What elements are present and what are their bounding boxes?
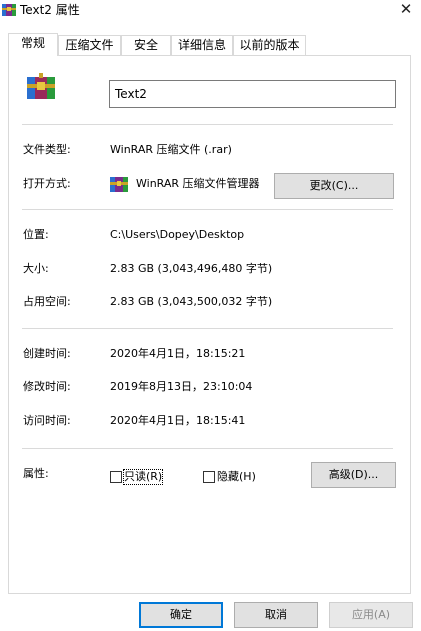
open-with-label: 打开方式: — [23, 177, 71, 190]
disk-size-label: 占用空间: — [23, 295, 71, 308]
cancel-button[interactable]: 取消 — [234, 602, 318, 628]
modified-value: 2019年8月13日，23:10:04 — [110, 380, 253, 393]
created-value: 2020年4月1日，18:15:21 — [110, 347, 246, 360]
file-type-value: WinRAR 压缩文件 (.rar) — [110, 143, 232, 156]
ok-button[interactable]: 确定 — [139, 602, 223, 628]
file-name-input[interactable]: Text2 — [109, 80, 396, 108]
disk-size-value: 2.83 GB (3,043,500,032 字节) — [110, 295, 273, 308]
open-with-app: WinRAR 压缩文件管理器 — [136, 177, 260, 190]
close-button[interactable]: ✕ — [393, 0, 419, 20]
readonly-label: 只读(R) — [122, 469, 164, 485]
size-label: 大小: — [23, 262, 49, 275]
advanced-button[interactable]: 高级(D)... — [311, 462, 396, 488]
tab-previous-versions[interactable]: 以前的版本 — [233, 35, 306, 55]
accessed-label: 访问时间: — [23, 414, 71, 427]
tab-archive[interactable]: 压缩文件 — [58, 35, 121, 55]
window-title: Text2 属性 — [20, 3, 80, 17]
location-label: 位置: — [23, 228, 49, 241]
modified-label: 修改时间: — [23, 380, 71, 393]
separator — [22, 209, 393, 210]
hidden-check-box[interactable] — [203, 471, 215, 483]
separator — [22, 328, 393, 329]
close-icon: ✕ — [399, 0, 413, 18]
file-type-label: 文件类型: — [23, 143, 71, 156]
tab-security[interactable]: 安全 — [121, 35, 171, 55]
tab-details[interactable]: 详细信息 — [171, 35, 233, 55]
location-value: C:\Users\Dopey\Desktop — [110, 228, 245, 241]
separator — [22, 448, 393, 449]
change-button[interactable]: 更改(C)... — [274, 173, 394, 199]
readonly-check-box[interactable] — [110, 471, 122, 483]
general-panel — [8, 55, 411, 594]
title-bar: Text2 属性 ✕ — [0, 0, 421, 22]
winrar-archive-icon — [110, 177, 128, 192]
tab-general[interactable]: 常规 — [8, 33, 58, 56]
winrar-archive-icon — [2, 4, 16, 16]
attributes-label: 属性: — [23, 467, 49, 480]
winrar-archive-icon — [27, 73, 55, 99]
hidden-label: 隐藏(H) — [217, 470, 256, 483]
created-label: 创建时间: — [23, 347, 71, 360]
readonly-checkbox[interactable]: 只读(R) — [110, 469, 164, 485]
size-value: 2.83 GB (3,043,496,480 字节) — [110, 262, 273, 275]
hidden-checkbox[interactable]: 隐藏(H) — [203, 469, 256, 485]
apply-button[interactable]: 应用(A) — [329, 602, 413, 628]
accessed-value: 2020年4月1日，18:15:41 — [110, 414, 246, 427]
separator — [22, 124, 393, 125]
